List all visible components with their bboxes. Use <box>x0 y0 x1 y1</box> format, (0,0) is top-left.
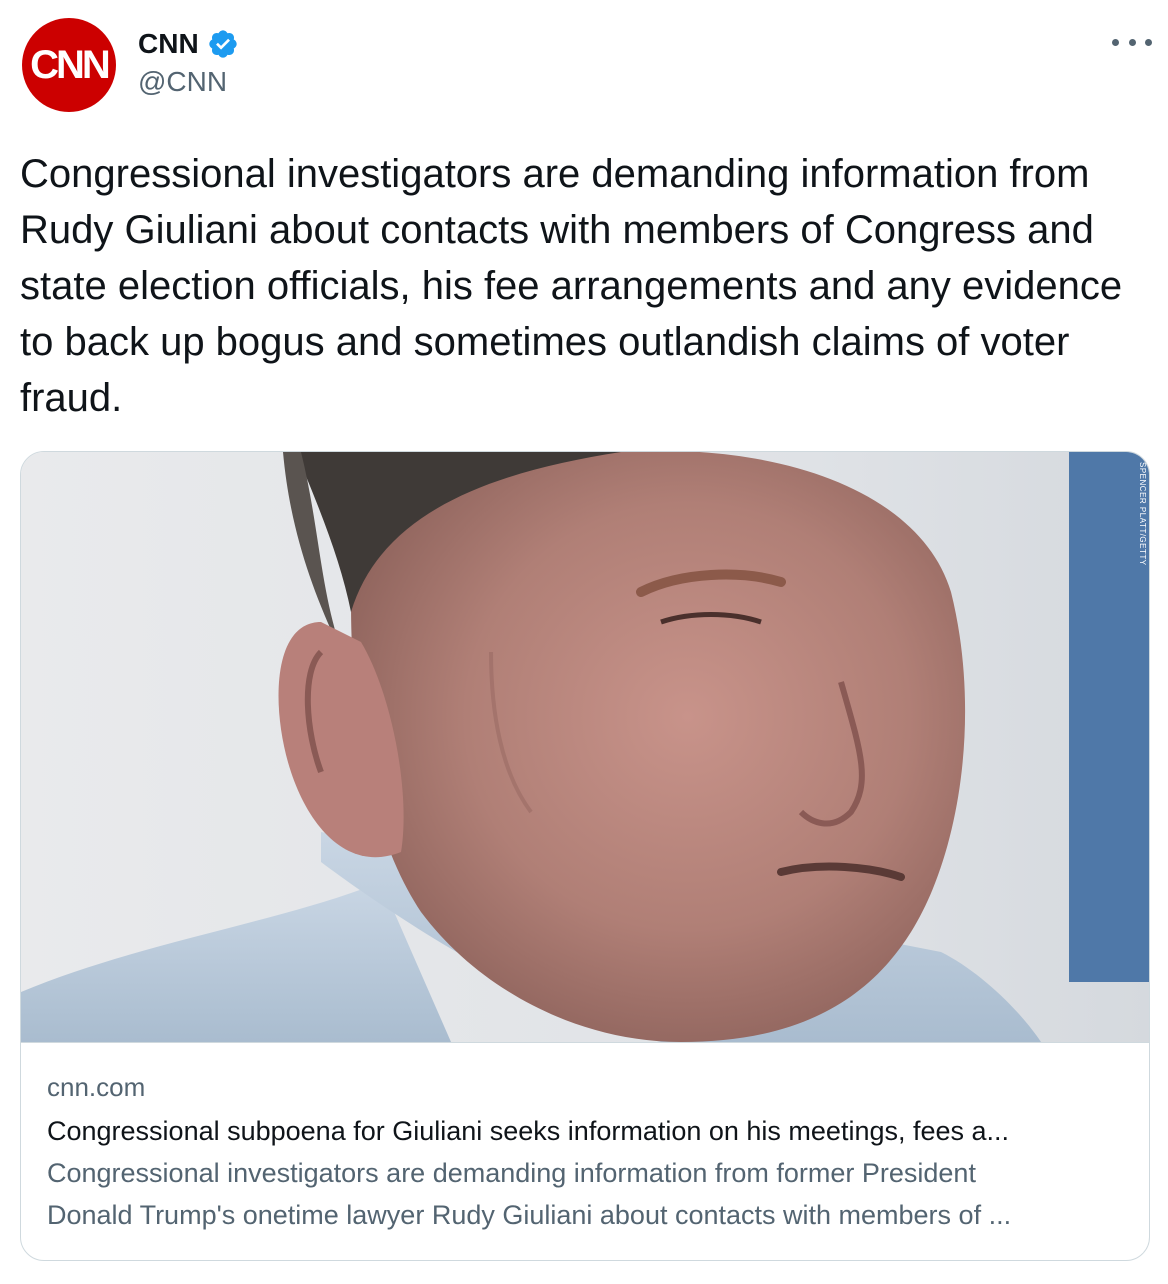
card-domain: cnn.com <box>47 1072 146 1102</box>
card-body[interactable]: cnn.com Congressional subpoena for Giuli… <box>47 1070 1127 1236</box>
name-row: CNN <box>138 26 239 62</box>
card-description: Congressional investigators are demandin… <box>47 1152 1127 1236</box>
more-dot <box>1145 38 1152 46</box>
author-name[interactable]: CNN <box>138 28 199 60</box>
tweet-text: Congressional investigators are demandin… <box>20 152 1123 420</box>
link-card[interactable]: SPENCER PLATT/GETTY cnn.com Congressiona… <box>20 451 1150 1261</box>
portrait-photo <box>21 452 1149 1042</box>
author-info: CNN @CNN <box>138 26 239 98</box>
author-handle[interactable]: @CNN <box>138 66 239 98</box>
cnn-logo: CNN <box>30 42 111 87</box>
avatar[interactable]: CNN <box>22 18 116 112</box>
more-options-icon[interactable] <box>1112 30 1152 54</box>
more-dot <box>1112 38 1119 46</box>
more-dot <box>1128 38 1136 46</box>
card-title[interactable]: Congressional subpoena for Giuliani seek… <box>47 1112 1127 1150</box>
photo-credit: SPENCER PLATT/GETTY <box>1138 462 1147 566</box>
verified-badge-icon <box>207 28 239 60</box>
card-description-line: Donald Trump's onetime lawyer Rudy Giuli… <box>47 1200 1012 1230</box>
card-description-line: Congressional investigators are demandin… <box>47 1158 976 1188</box>
card-image[interactable]: SPENCER PLATT/GETTY <box>21 452 1149 1043</box>
